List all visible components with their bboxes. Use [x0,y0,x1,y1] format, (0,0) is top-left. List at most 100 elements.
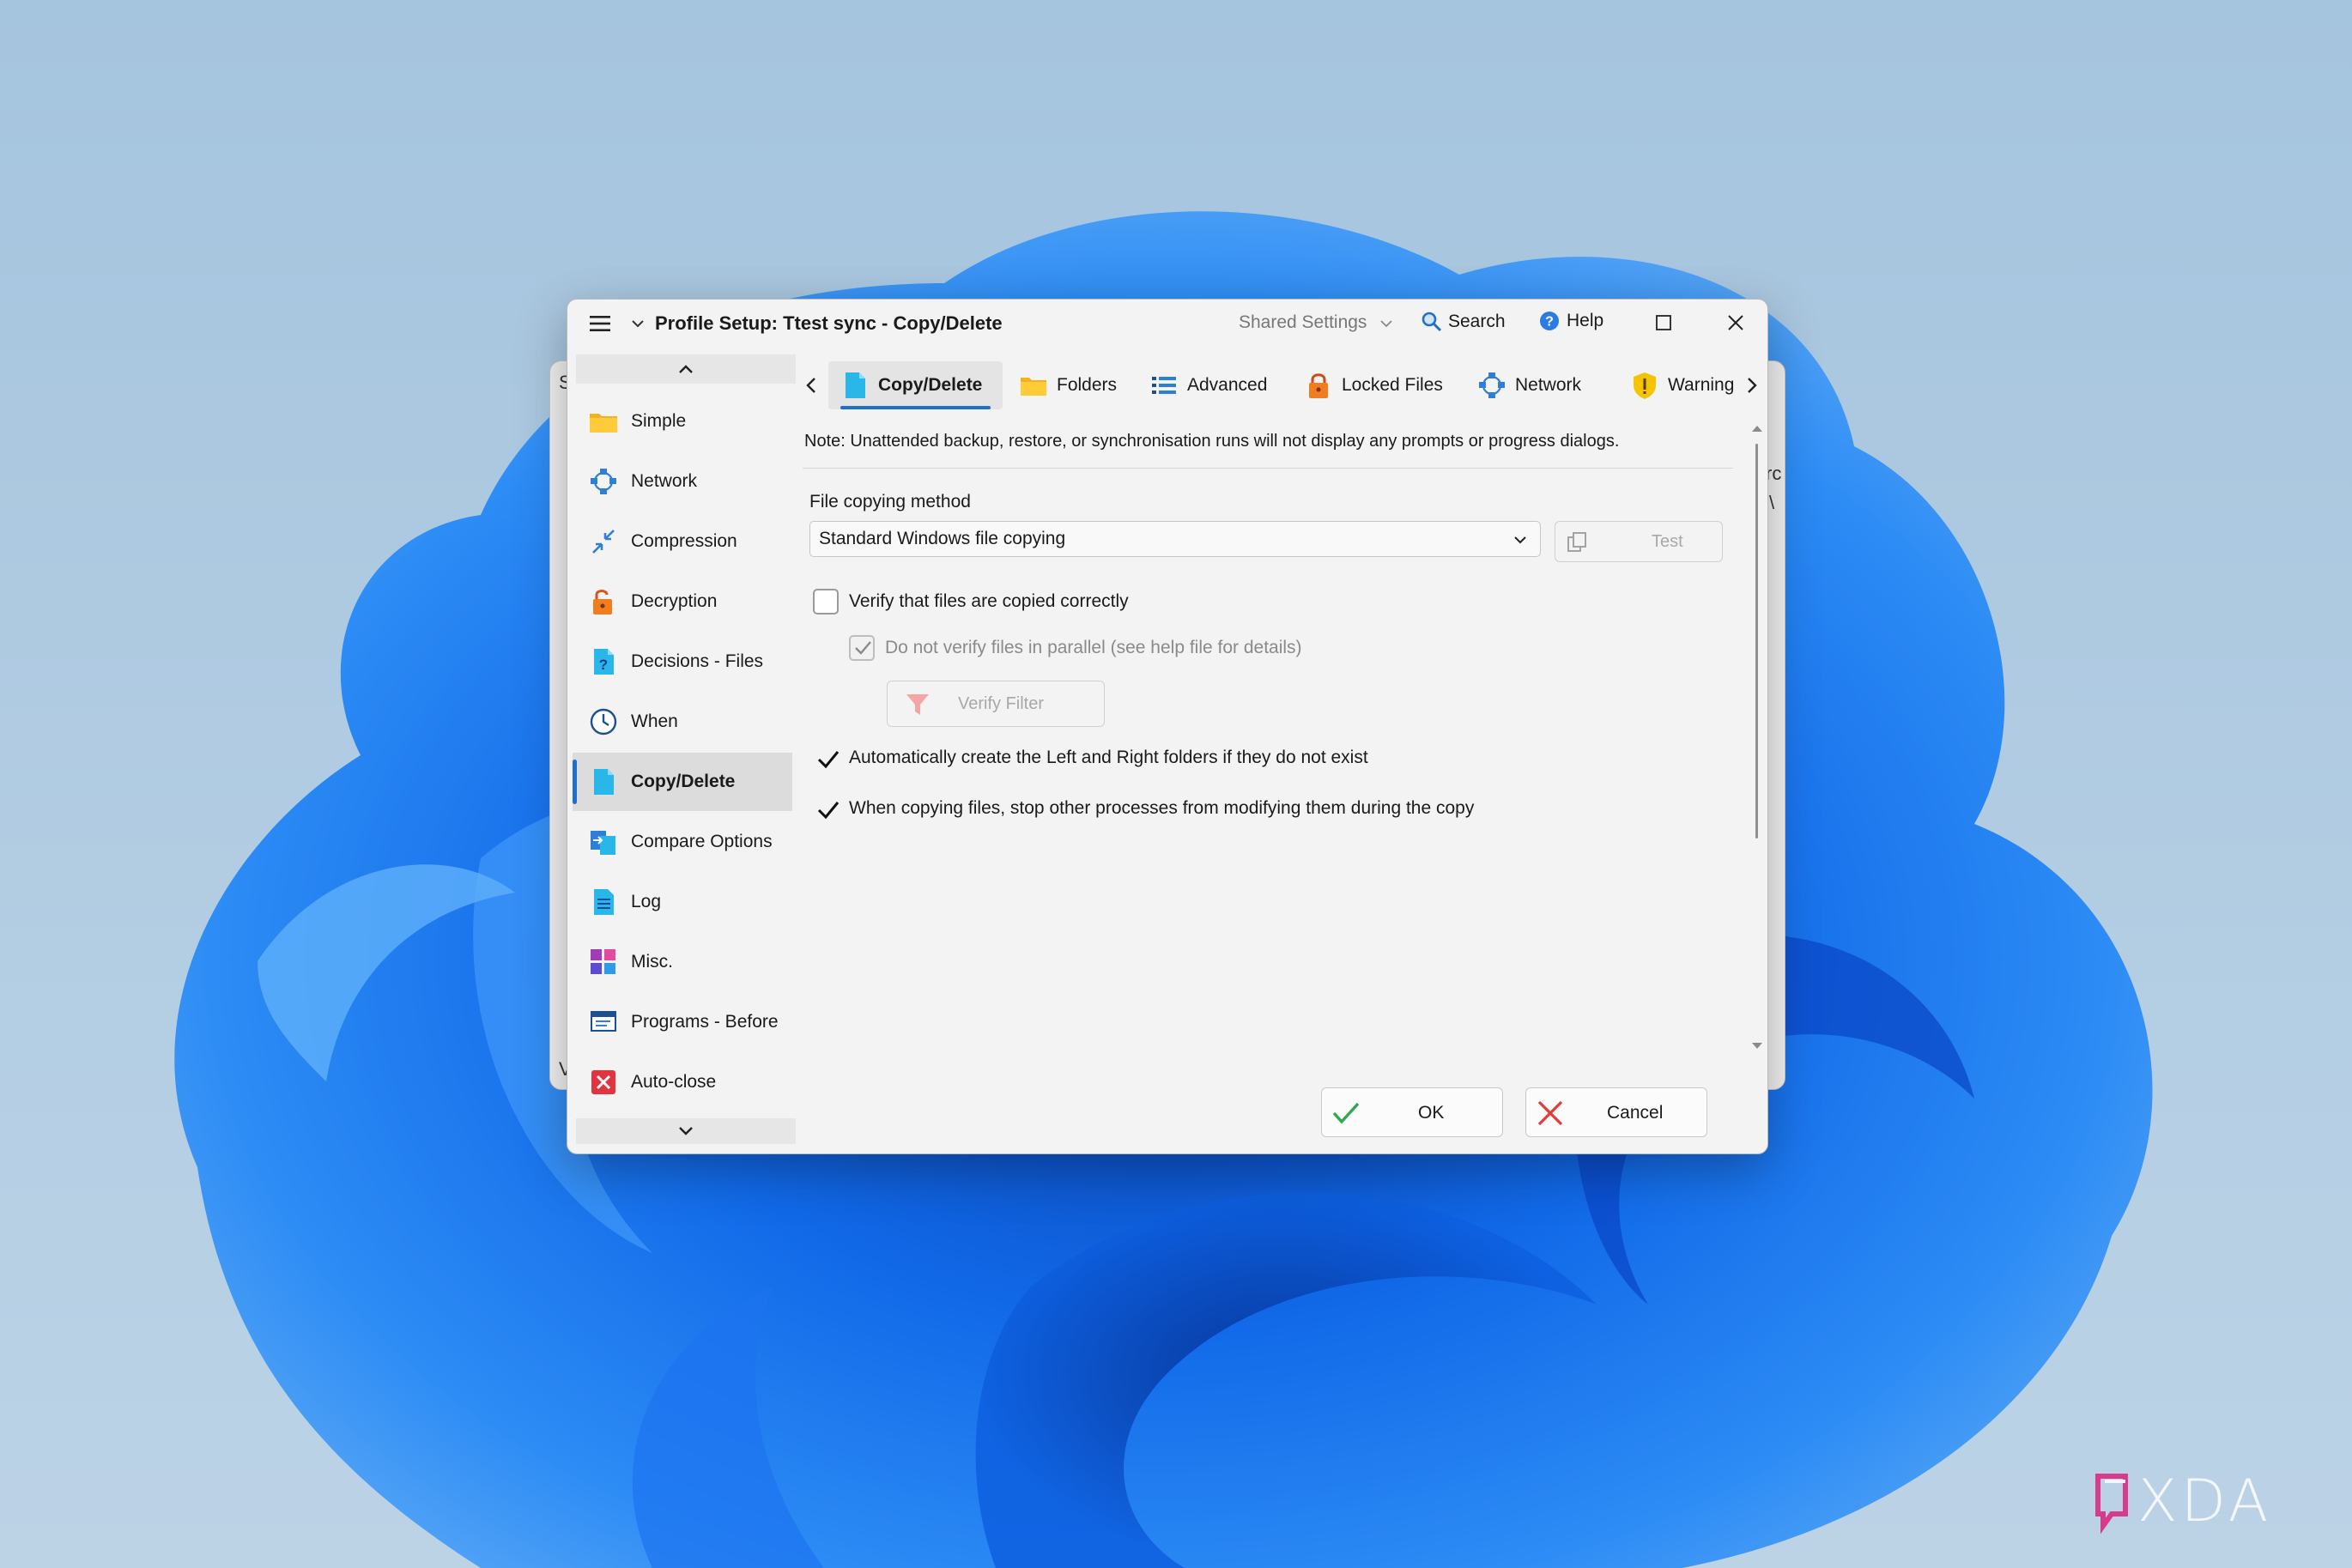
shared-settings-menu[interactable]: Shared Settings [1239,312,1367,333]
auto-close-icon [591,1070,615,1094]
maximize-icon[interactable] [1654,313,1673,332]
hamburger-menu-icon[interactable] [588,313,612,334]
window-title: Profile Setup: Ttest sync - Copy/Delete [655,312,1003,334]
scroll-down-arrow-icon[interactable] [1749,1039,1766,1053]
cancel-button[interactable]: Cancel [1525,1087,1707,1137]
checkmark-icon [1332,1102,1360,1124]
sidebar-item-compression[interactable]: Compression [573,512,792,571]
sidebar-item-programs-before[interactable]: Programs - Before [573,993,792,1051]
search-button[interactable]: Search [1421,311,1506,333]
tab-label: Advanced [1187,375,1268,395]
chevron-up-icon [679,365,693,373]
tab-locked-files[interactable]: Locked Files [1304,361,1443,409]
profile-setup-dialog: Profile Setup: Ttest sync - Copy/Delete … [567,299,1768,1154]
sidebar-item-auto-close[interactable]: Auto-close [573,1053,792,1111]
content-scrollbar[interactable] [1749,421,1766,1056]
tab-scroll-left-icon[interactable] [803,375,821,396]
unattended-note: Note: Unattended backup, restore, or syn… [804,432,1620,451]
sidebar-item-label: When [631,711,678,731]
verify-copy-checkbox[interactable]: Verify that files are copied correctly [813,589,1129,614]
tab-advanced[interactable]: Advanced [1149,361,1267,409]
sidebar-item-network[interactable]: Network [573,452,792,511]
sidebar-item-label: Simple [631,411,687,431]
sidebar-item-label: Compare Options [631,832,773,851]
checkbox-box[interactable] [813,745,840,771]
unlocked-padlock-icon [593,590,612,614]
sidebar-item-label: Auto-close [631,1072,717,1092]
verify-filter-button[interactable]: Verify Filter [887,681,1105,727]
list-icon [1152,377,1176,394]
checkbox-box[interactable] [849,635,875,661]
stop-processes-checkbox[interactable]: When copying files, stop other processes… [813,796,1474,821]
tab-folders[interactable]: Folders [1019,361,1117,409]
help-button[interactable]: ? Help [1539,311,1603,331]
test-button[interactable]: Test [1555,521,1723,562]
sidebar-item-when[interactable]: When [573,693,792,751]
parallel-verify-checkbox[interactable]: Do not verify files in parallel (see hel… [849,635,1302,661]
auto-create-folders-checkbox[interactable]: Automatically create the Left and Right … [813,745,1368,771]
programs-icon [591,1011,616,1032]
search-label: Search [1448,312,1506,331]
sidebar: Simple Network Compression Decryption ? … [567,348,796,1153]
folder-icon [590,414,617,433]
ok-button[interactable]: OK [1321,1087,1503,1137]
tab-copy-delete[interactable]: Copy/Delete [828,361,1003,409]
tab-label: Copy/Delete [878,375,983,395]
test-button-label: Test [1652,532,1683,551]
chevron-down-icon [1514,536,1526,544]
checkbox-box[interactable] [813,589,839,614]
sidebar-item-simple[interactable]: Simple [573,392,792,451]
file-copying-method-value: Standard Windows file copying [819,529,1066,548]
title-bar: Profile Setup: Ttest sync - Copy/Delete … [567,300,1767,348]
sidebar-item-label: Decryption [631,591,718,611]
tab-warning[interactable]: Warning [1630,361,1734,409]
tab-strip: Copy/Delete Folders Advanced Locked File… [803,361,1767,409]
question-file-icon: ? [594,649,614,675]
document-icon [594,769,614,795]
xda-watermark: XDA [2091,1464,2323,1541]
cancel-button-label: Cancel [1607,1103,1664,1123]
tab-label: Network [1515,375,1582,395]
search-icon [1422,312,1442,332]
tab-network[interactable]: Network [1477,361,1581,409]
stop-processes-label: When copying files, stop other processes… [849,798,1475,818]
sidebar-item-decryption[interactable]: Decryption [573,572,792,631]
help-icon: ? [1540,312,1559,330]
tab-label: Folders [1057,375,1118,395]
clock-icon [590,708,617,736]
verify-filter-label: Verify Filter [958,694,1045,713]
tab-scroll-right-icon[interactable] [1742,375,1761,396]
help-label: Help [1567,311,1604,330]
chevron-down-icon[interactable] [1379,317,1393,330]
scroll-up-arrow-icon[interactable] [1749,421,1766,435]
sidebar-scroll-down[interactable] [576,1118,796,1144]
chevron-down-icon[interactable] [631,317,645,330]
sidebar-item-label: Log [631,892,662,911]
sidebar-item-log[interactable]: Log [573,873,792,931]
checkmark-icon [817,751,840,769]
copy-icon [1567,532,1586,552]
sidebar-item-label: Misc. [631,952,673,972]
sidebar-scroll-up[interactable] [576,354,796,384]
network-icon [591,469,616,494]
sidebar-item-decisions-files[interactable]: ? Decisions - Files [573,633,792,691]
compression-icon [592,530,615,554]
divider [803,468,1733,469]
parallel-verify-label: Do not verify files in parallel (see hel… [885,638,1302,657]
checkbox-box[interactable] [813,796,840,821]
auto-create-folders-label: Automatically create the Left and Right … [849,748,1368,767]
warning-shield-icon [1634,372,1656,399]
close-icon[interactable] [1725,312,1747,334]
sidebar-item-misc[interactable]: Misc. [573,933,792,991]
scrollbar-thumb[interactable] [1755,444,1758,838]
network-icon [1479,372,1505,398]
tab-label: Warning [1668,375,1735,395]
sidebar-item-copy-delete[interactable]: Copy/Delete [573,753,792,811]
sidebar-item-compare-options[interactable]: Compare Options [573,813,792,871]
sidebar-item-label: Copy/Delete [631,772,736,791]
file-copying-method-select[interactable]: Standard Windows file copying [809,521,1541,557]
chevron-down-icon [679,1127,693,1135]
log-icon [594,889,614,915]
cancel-x-icon [1537,1100,1563,1126]
checkmark-icon [817,802,840,820]
